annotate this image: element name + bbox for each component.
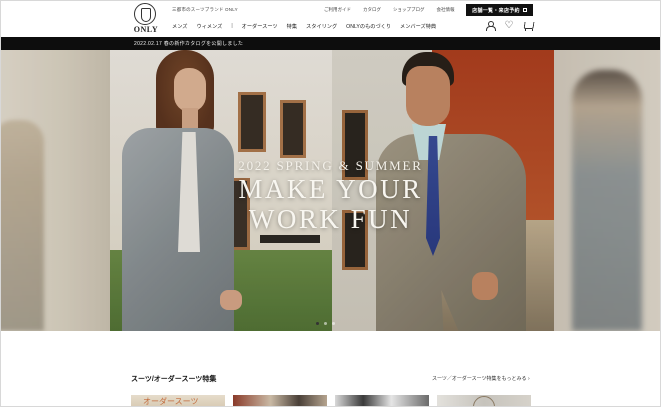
carousel-dot[interactable] <box>316 322 319 325</box>
nav-item-styling[interactable]: スタイリング <box>306 23 337 30</box>
nav-item-womens[interactable]: ウィメンズ <box>196 23 222 30</box>
feature-card[interactable] <box>233 395 327 407</box>
hero-title-line1: MAKE YOUR <box>238 174 423 204</box>
brand-tagline: 三都市のスーツブランド ONLY <box>172 7 238 12</box>
util-link-catalog[interactable]: カタログ <box>363 7 381 13</box>
news-bar: 2022.02.17 春の新作カタログを公開しました <box>0 37 661 50</box>
logo-text: ONLY <box>133 25 159 34</box>
nav-item-members[interactable]: メンバーズ特典 <box>400 23 436 30</box>
utility-links: ご利用ガイド カタログ ショップブログ 会社情報 <box>324 7 455 13</box>
news-text[interactable]: 2022.02.17 春の新作カタログを公開しました <box>134 40 243 47</box>
main-nav: メンズ ウィメンズ | オーダースーツ 特集 スタイリング ONLYのものづくり… <box>172 23 436 30</box>
carousel-dot[interactable] <box>324 322 327 325</box>
site-header: ONLY 三都市のスーツブランド ONLY ご利用ガイド カタログ ショップブロ… <box>0 0 661 37</box>
nav-separator: | <box>231 23 233 29</box>
carousel-dots <box>316 322 335 325</box>
nav-item-features[interactable]: 特集 <box>287 23 297 30</box>
carousel-dot[interactable] <box>332 322 335 325</box>
feature-thumbnails: オーダースーツ <box>131 395 531 407</box>
section-more-link[interactable]: スーツ／オーダースーツ特集をもっとみる › <box>432 375 530 382</box>
nav-item-craftsmanship[interactable]: ONLYのものづくり <box>346 23 391 30</box>
nav-item-mens[interactable]: メンズ <box>172 23 187 30</box>
nav-item-order-suits[interactable]: オーダースーツ <box>242 23 278 30</box>
feature-card[interactable]: オーダースーツ <box>131 395 225 407</box>
section-title: スーツ/オーダースーツ特集 <box>131 376 217 383</box>
util-link-guide[interactable]: ご利用ガイド <box>324 7 351 13</box>
hero-subtitle: 2022 SPRING & SUMMER <box>238 158 423 173</box>
store-list-label: 店舗一覧・来店予約 <box>472 7 520 14</box>
logo-emblem-icon <box>134 3 156 25</box>
util-link-shop-blog[interactable]: ショップブログ <box>393 7 425 13</box>
feature-card[interactable] <box>437 395 531 407</box>
util-link-company[interactable]: 会社情報 <box>437 7 455 13</box>
hero-carousel[interactable]: 2022 SPRING & SUMMER MAKE YOUR WORK FUN <box>0 50 661 331</box>
feature-card[interactable] <box>335 395 429 407</box>
heart-icon[interactable]: ♡ <box>504 21 514 31</box>
external-link-icon <box>522 8 527 12</box>
brand-logo[interactable]: ONLY <box>130 3 160 35</box>
cart-icon[interactable] <box>523 21 533 31</box>
hero-title-line2: WORK FUN <box>248 204 413 234</box>
feature-section: スーツ/オーダースーツ特集 スーツ／オーダースーツ特集をもっとみる › オーダー… <box>0 331 661 407</box>
feature-card-title: オーダースーツ <box>143 397 199 406</box>
user-icon[interactable] <box>485 21 496 31</box>
store-list-button[interactable]: 店舗一覧・来店予約 <box>466 4 533 16</box>
